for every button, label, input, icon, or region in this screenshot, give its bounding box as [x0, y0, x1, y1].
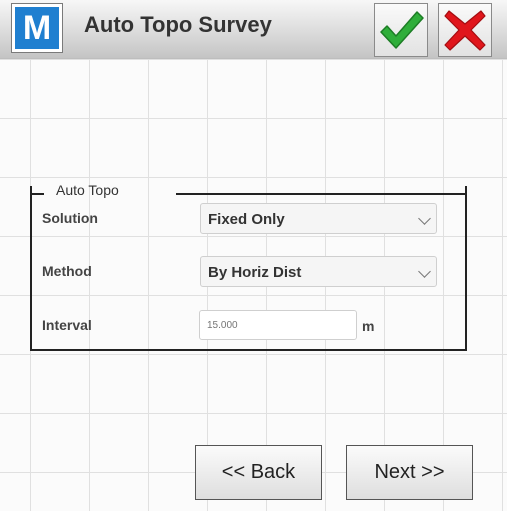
solution-label: Solution	[42, 210, 98, 226]
method-select[interactable]: By Horiz Dist	[200, 256, 437, 287]
interval-input[interactable]	[199, 310, 357, 340]
next-button[interactable]: Next >>	[346, 445, 473, 500]
interval-unit: m	[362, 318, 375, 334]
app-logo: M	[11, 3, 63, 53]
title-bar: M Auto Topo Survey	[0, 0, 507, 59]
group-border-top-right	[176, 193, 467, 195]
checkmark-icon	[380, 11, 424, 49]
accept-button[interactable]	[374, 3, 428, 57]
chevron-down-icon	[418, 265, 431, 278]
cancel-button[interactable]	[438, 3, 492, 57]
method-label: Method	[42, 263, 92, 279]
back-button[interactable]: << Back	[195, 445, 322, 500]
solution-value: Fixed Only	[208, 211, 285, 228]
logo-letter: M	[15, 7, 59, 49]
group-legend: Auto Topo	[56, 182, 119, 198]
method-value: By Horiz Dist	[208, 264, 302, 281]
close-x-icon	[444, 10, 486, 51]
page-title: Auto Topo Survey	[84, 12, 272, 37]
group-border-top-left	[30, 193, 44, 195]
interval-label: Interval	[42, 317, 92, 333]
chevron-down-icon	[418, 212, 431, 225]
solution-select[interactable]: Fixed Only	[200, 203, 437, 234]
